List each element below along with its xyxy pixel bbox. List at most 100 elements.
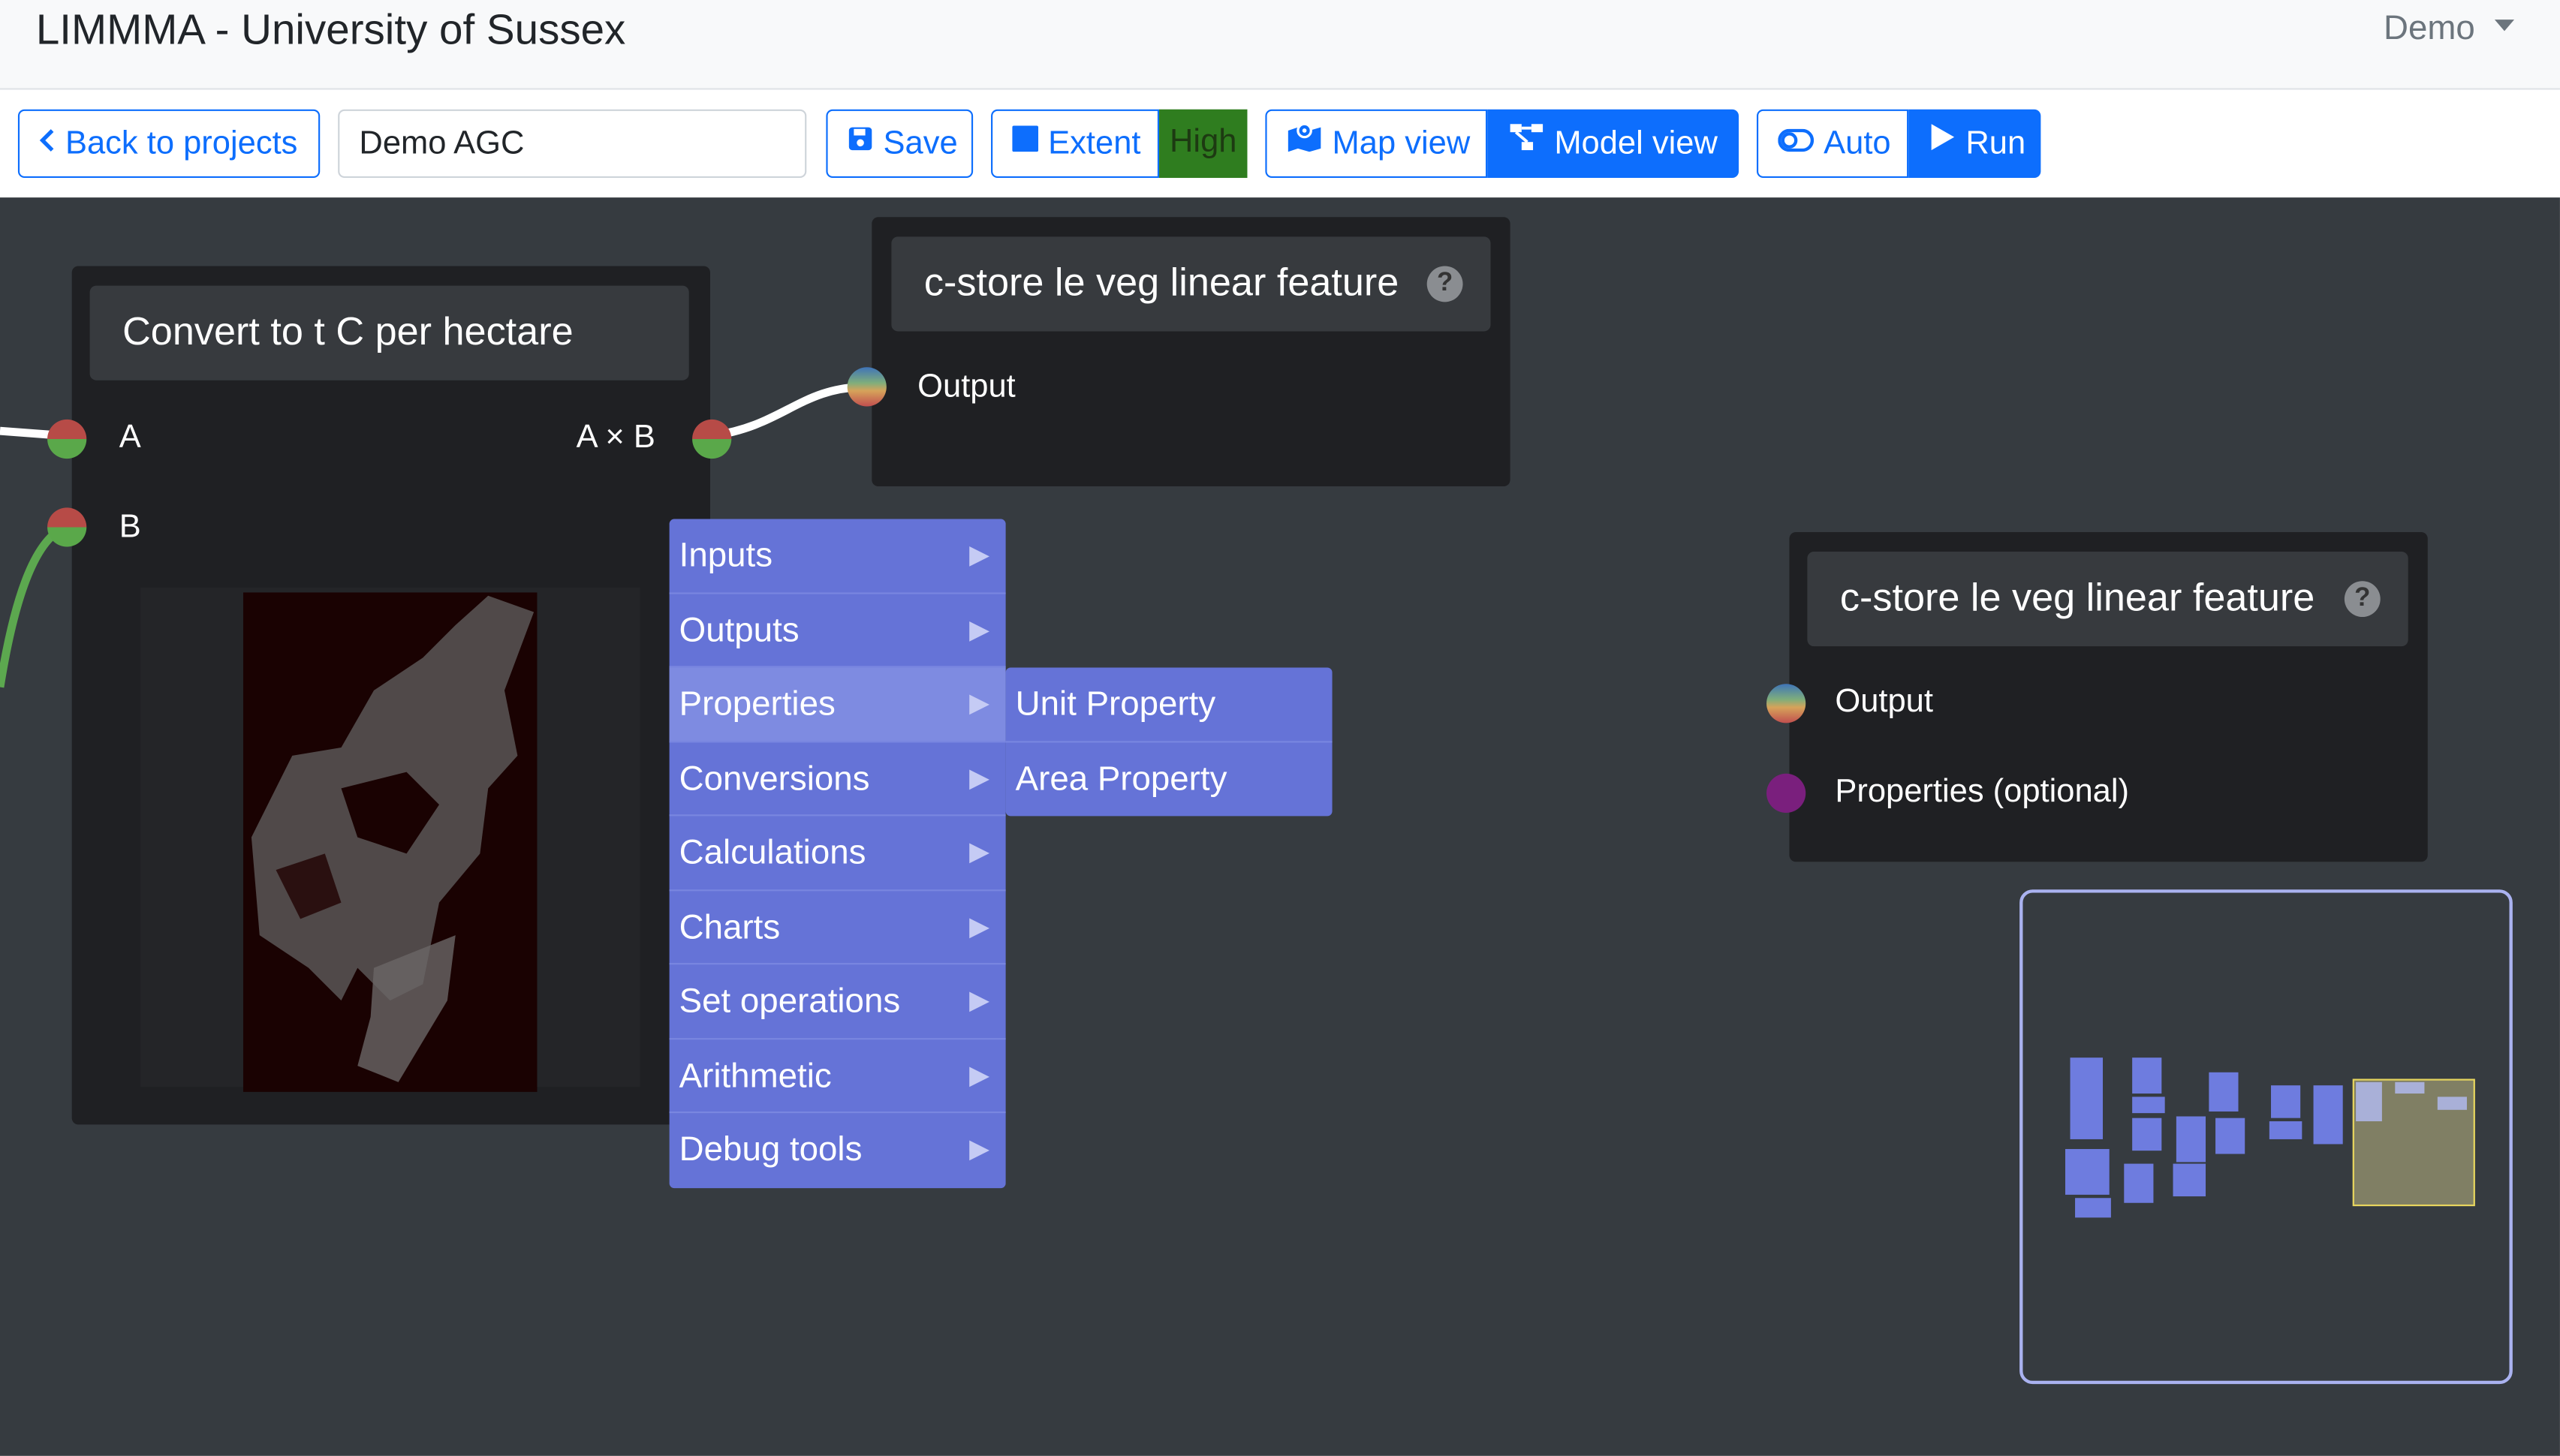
node-cstore-top[interactable]: c-store le veg linear feature ? Output	[872, 217, 1510, 487]
save-label: Save	[883, 125, 958, 162]
menu-item-label: Debug tools	[679, 1131, 863, 1169]
extent-button[interactable]: Extent	[991, 109, 1160, 179]
port-label-a: A	[119, 419, 141, 456]
submenu-item-area-property[interactable]: Area Property	[1006, 742, 1333, 816]
minimap-node	[2269, 1121, 2302, 1139]
port-input-properties[interactable]	[1766, 773, 1806, 814]
port-label-output: Output	[917, 369, 1016, 405]
square-icon	[1012, 109, 1039, 174]
project-name-input[interactable]: Demo AGC	[338, 109, 807, 179]
port-label-b: B	[119, 509, 141, 546]
user-menu[interactable]: Demo	[2383, 8, 2515, 51]
back-to-projects-button[interactable]: Back to projects	[17, 109, 321, 179]
port-label-properties: Properties (optional)	[1835, 773, 2130, 810]
properties-submenu: Unit Property Area Property	[1005, 667, 1333, 817]
node-cstore-right[interactable]: c-store le veg linear feature ? Output P…	[1789, 531, 2428, 862]
map-preview-image[interactable]	[243, 592, 538, 1092]
auto-label: Auto	[1824, 125, 1891, 162]
menu-item-conversions[interactable]: Conversions ▶	[669, 742, 1006, 817]
node-title[interactable]: c-store le veg linear feature	[1807, 552, 2408, 647]
caret-right-icon: ▶	[969, 764, 989, 793]
graph-icon	[1508, 109, 1544, 174]
user-name: Demo	[2383, 10, 2475, 48]
menu-item-label: Conversions	[679, 760, 870, 798]
menu-item-label: Inputs	[679, 537, 773, 575]
minimap-node	[2124, 1163, 2154, 1203]
top-navbar: LIMMMA - University of Sussex Demo	[0, 0, 2560, 90]
caret-right-icon: ▶	[969, 1061, 989, 1090]
resolution-badge[interactable]: High	[1159, 109, 1248, 179]
wire-b-input	[0, 523, 68, 688]
port-input-output[interactable]	[1766, 684, 1806, 723]
menu-item-debug-tools[interactable]: Debug tools ▶	[670, 1113, 1006, 1187]
menu-item-label: Arithmetic	[679, 1057, 832, 1095]
auto-toggle-button[interactable]: Auto	[1756, 109, 1909, 179]
chevron-down-icon	[2494, 19, 2515, 32]
minimap-node	[2132, 1118, 2162, 1151]
minimap-node	[2132, 1057, 2162, 1094]
minimap-node	[2313, 1085, 2343, 1145]
menu-item-label: Charts	[679, 908, 781, 946]
minimap-node	[2075, 1198, 2111, 1218]
save-icon	[848, 109, 874, 174]
help-icon[interactable]: ?	[1426, 266, 1463, 302]
minimap-node	[2437, 1097, 2467, 1110]
menu-item-label: Set operations	[679, 982, 901, 1021]
save-button[interactable]: Save	[826, 109, 974, 179]
menu-item-inputs[interactable]: Inputs ▶	[669, 519, 1006, 594]
node-title[interactable]: Convert to t C per hectare	[89, 285, 689, 381]
minimap-node	[2173, 1163, 2206, 1197]
menu-item-charts[interactable]: Charts ▶	[669, 890, 1006, 965]
caret-right-icon: ▶	[969, 615, 989, 644]
minimap[interactable]	[2019, 889, 2513, 1385]
submenu-item-unit-property[interactable]: Unit Property	[1005, 667, 1333, 742]
menu-item-arithmetic[interactable]: Arithmetic ▶	[669, 1039, 1006, 1114]
run-button[interactable]: Run	[1908, 109, 2041, 179]
minimap-node	[2395, 1081, 2425, 1094]
caret-right-icon: ▶	[969, 838, 989, 867]
map-icon	[1287, 109, 1323, 174]
model-view-button[interactable]: Model view	[1487, 109, 1739, 179]
menu-item-set-operations[interactable]: Set operations ▶	[669, 964, 1006, 1039]
model-canvas[interactable]: Convert to t C per hectare A B A × B c-s…	[0, 197, 2560, 1456]
minimap-node	[2215, 1118, 2245, 1154]
back-label: Back to projects	[65, 125, 298, 162]
minimap-node	[2209, 1072, 2239, 1112]
extent-label: Extent	[1048, 125, 1141, 162]
minimap-node	[2132, 1097, 2165, 1114]
wire-output-to-cstore	[711, 382, 867, 441]
minimap-node	[2065, 1148, 2110, 1195]
node-convert[interactable]: Convert to t C per hectare A B A × B	[71, 266, 710, 1125]
run-label: Run	[1965, 125, 2026, 162]
toolbar: Back to projects Demo AGC Save Extent Hi…	[0, 89, 2560, 198]
minimap-node	[2356, 1081, 2382, 1122]
land-cover-map-icon	[251, 595, 535, 1082]
caret-right-icon: ▶	[969, 913, 989, 941]
port-label-output: Output	[1835, 684, 1933, 720]
chevron-left-icon	[39, 109, 56, 174]
minimap-node	[2176, 1116, 2206, 1163]
menu-item-label: Outputs	[679, 611, 800, 649]
play-icon	[1929, 109, 1956, 174]
minimap-node	[2070, 1057, 2104, 1139]
menu-item-properties[interactable]: Properties ▶	[669, 667, 1006, 742]
port-input-output[interactable]	[847, 367, 887, 407]
menu-item-label: Properties	[679, 685, 836, 723]
menu-item-label: Calculations	[679, 834, 866, 872]
port-input-a[interactable]	[47, 419, 87, 459]
toggle-icon	[1778, 109, 1815, 174]
model-view-label: Model view	[1554, 125, 1718, 162]
app-title: LIMMMA - University of Sussex	[35, 5, 626, 54]
caret-right-icon: ▶	[969, 690, 989, 718]
help-icon[interactable]: ?	[2344, 581, 2381, 618]
add-node-context-menu: Inputs ▶ Outputs ▶ Properties ▶ Conversions…	[669, 519, 1006, 1188]
port-output-axb[interactable]	[692, 419, 732, 459]
node-title[interactable]: c-store le veg linear feature	[891, 236, 1491, 332]
caret-right-icon: ▶	[969, 1136, 989, 1164]
map-view-label: Map view	[1332, 125, 1471, 162]
menu-item-outputs[interactable]: Outputs ▶	[669, 594, 1006, 668]
port-label-output: A × B	[576, 419, 655, 456]
menu-item-calculations[interactable]: Calculations ▶	[669, 816, 1006, 891]
port-input-b[interactable]	[47, 507, 87, 547]
map-view-button[interactable]: Map view	[1265, 109, 1488, 179]
